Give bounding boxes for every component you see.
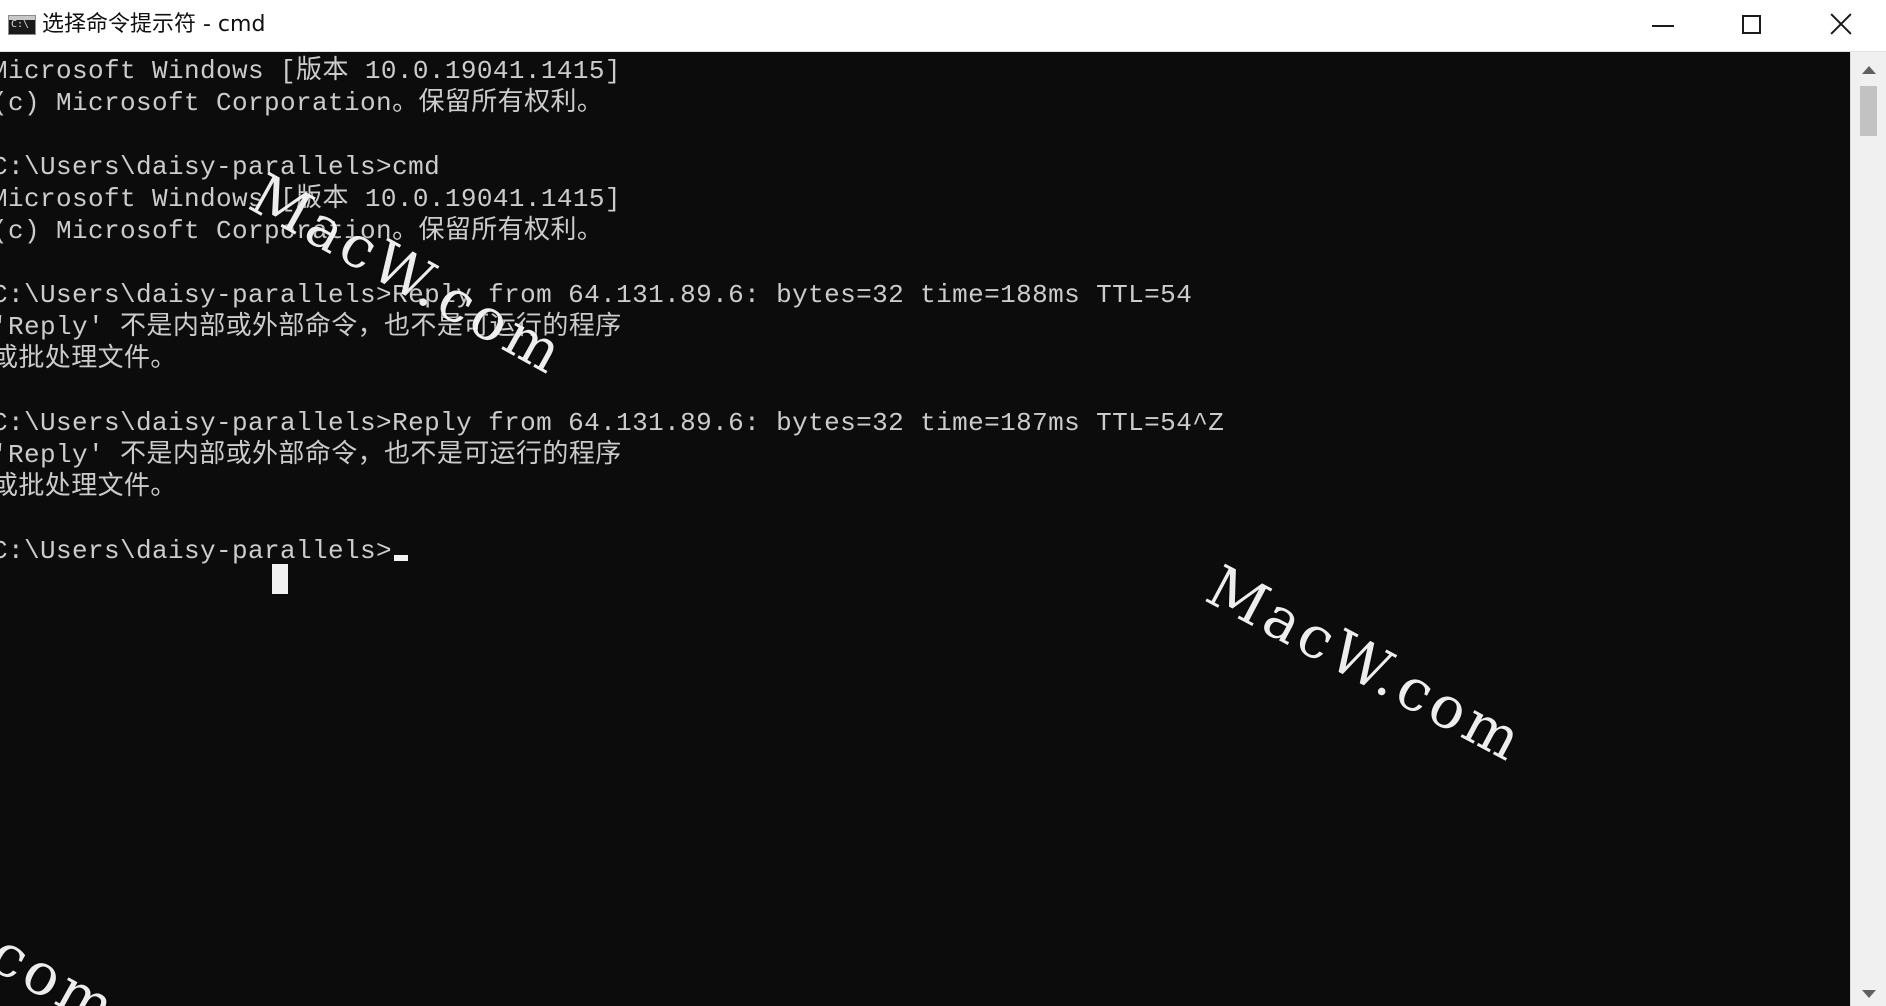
- cmd-console-icon[interactable]: C:\: [8, 15, 36, 35]
- console-line: C:\Users\daisy-parallels>Reply from 64.1…: [0, 408, 1225, 438]
- console-line: (c) Microsoft Corporation。保留所有权利。: [0, 216, 604, 246]
- cmd-window: C:\ 选择命令提示符 - cmd Microsoft Windows [版本 …: [0, 0, 1886, 1006]
- vertical-scrollbar[interactable]: [1850, 52, 1886, 1006]
- console-line: C:\Users\daisy-parallels>cmd: [0, 152, 441, 182]
- console-line: 或批处理文件。: [0, 344, 177, 374]
- scroll-up-arrow-icon[interactable]: [1862, 66, 1876, 74]
- console-lines: Microsoft Windows [版本 10.0.19041.1415] (…: [0, 55, 1224, 567]
- text-cursor: [394, 555, 409, 561]
- maximize-button[interactable]: [1706, 0, 1796, 51]
- window-title: 选择命令提示符 - cmd: [42, 12, 266, 37]
- console-prompt: C:\Users\daisy-parallels>: [0, 536, 393, 566]
- console-line: 或批处理文件。: [0, 472, 177, 502]
- title-bar[interactable]: C:\ 选择命令提示符 - cmd: [0, 0, 1886, 52]
- app-icon-label: C:\: [11, 19, 30, 30]
- scroll-down-arrow-icon[interactable]: [1862, 990, 1876, 998]
- maximize-icon: [1742, 15, 1761, 34]
- console-line: (c) Microsoft Corporation。保留所有权利。: [0, 88, 604, 118]
- scroll-thumb[interactable]: [1860, 86, 1877, 136]
- mouse-ibeam-cursor: [272, 564, 288, 594]
- console-line: Microsoft Windows [版本 10.0.19041.1415]: [0, 56, 621, 86]
- close-icon: [1829, 12, 1853, 36]
- console-prompt-line[interactable]: C:\Users\daisy-parallels>: [0, 535, 1224, 567]
- console-line: Microsoft Windows [版本 10.0.19041.1415]: [0, 184, 621, 214]
- close-button[interactable]: [1796, 0, 1886, 51]
- minimize-icon: [1652, 25, 1674, 27]
- minimize-button[interactable]: [1618, 0, 1708, 51]
- console-line: C:\Users\daisy-parallels>Reply from 64.1…: [0, 280, 1193, 310]
- console-line: 'Reply' 不是内部或外部命令，也不是可运行的程序: [0, 312, 622, 342]
- console-line: 'Reply' 不是内部或外部命令，也不是可运行的程序: [0, 440, 622, 470]
